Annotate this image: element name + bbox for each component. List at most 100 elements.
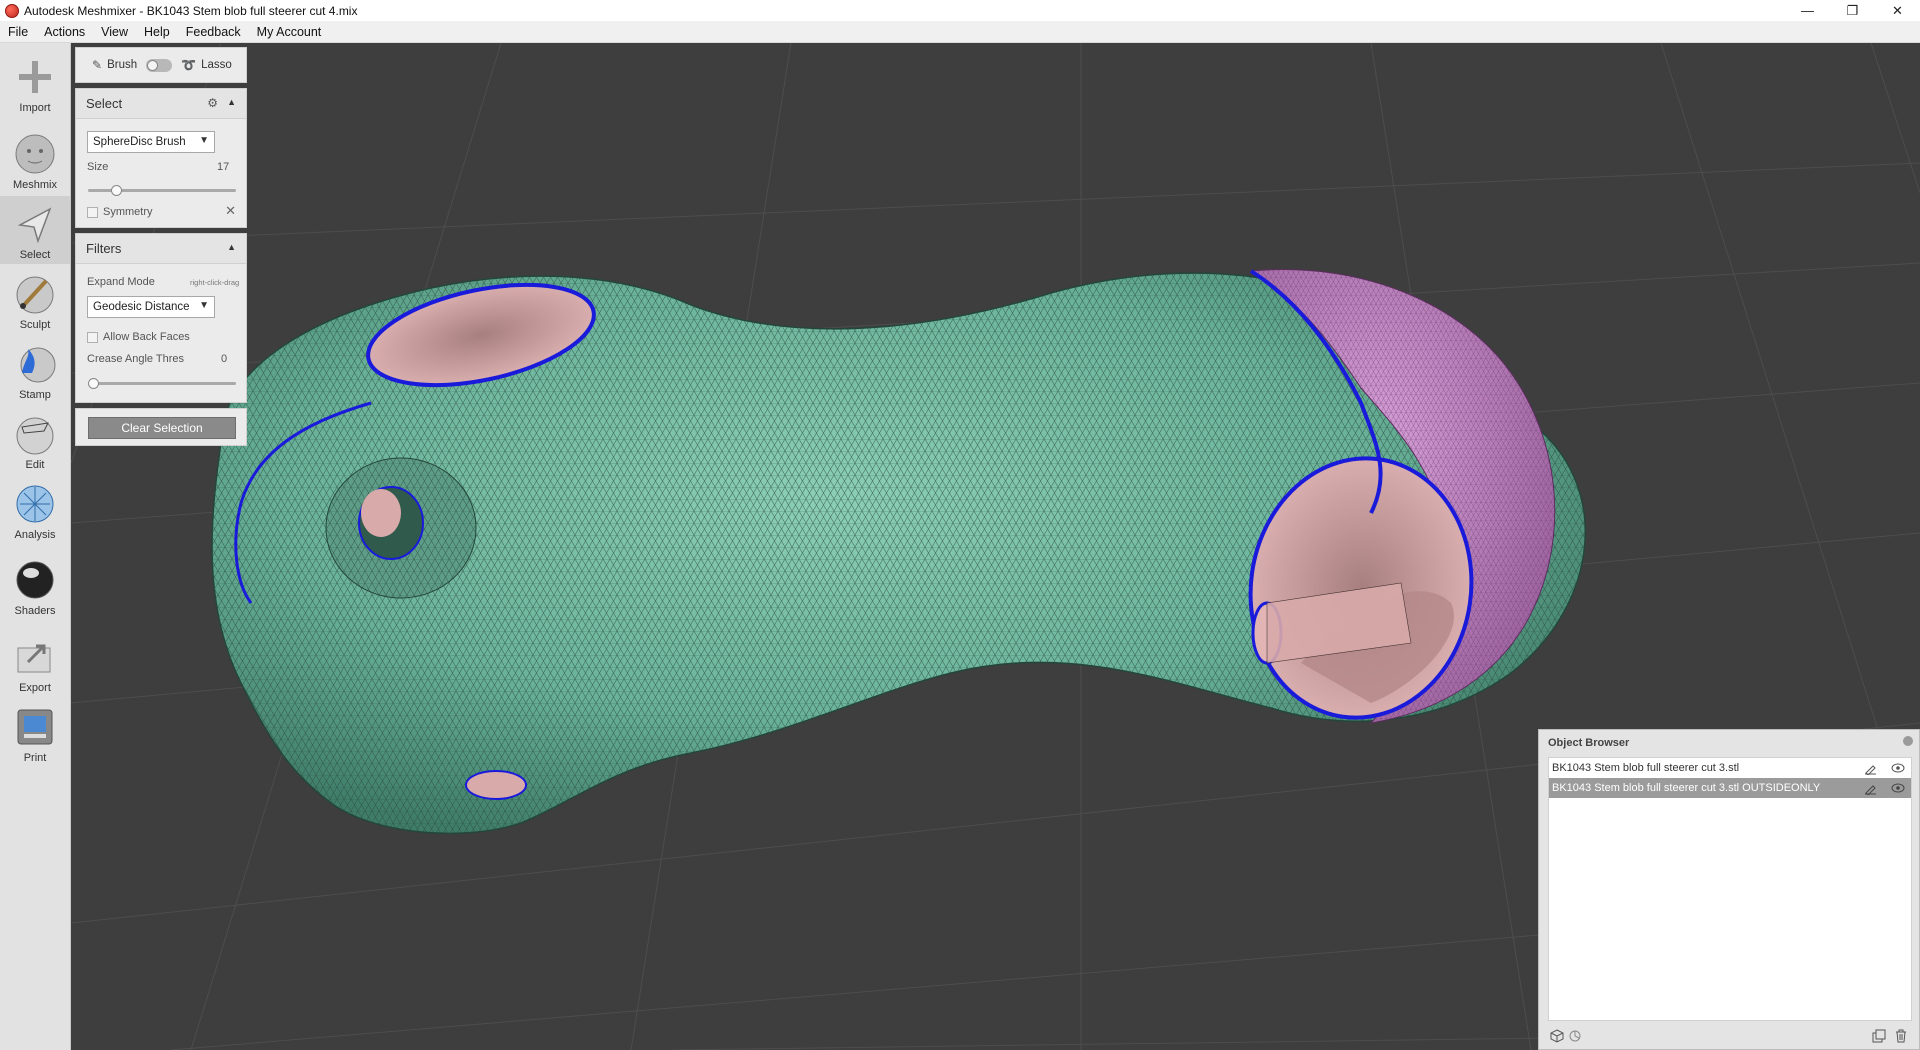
chevron-down-icon: ▼ bbox=[199, 300, 209, 311]
export-label: Export bbox=[19, 682, 51, 694]
edit-sphere-icon bbox=[13, 412, 57, 456]
collapse-arrow-icon[interactable]: ▲ bbox=[227, 242, 236, 252]
chevron-down-icon: ▼ bbox=[199, 135, 209, 146]
lasso-mode-label[interactable]: Lasso bbox=[201, 59, 232, 71]
object-name: BK1043 Stem blob full steerer cut 3.stl … bbox=[1552, 782, 1821, 794]
menu-help[interactable]: Help bbox=[136, 25, 178, 39]
allow-back-faces-checkbox[interactable] bbox=[87, 332, 98, 343]
duplicate-icon[interactable] bbox=[1872, 1029, 1886, 1046]
close-icon[interactable] bbox=[1903, 736, 1913, 746]
size-slider-handle[interactable] bbox=[111, 185, 123, 196]
select-label: Select bbox=[19, 249, 51, 261]
symmetry-label: Symmetry bbox=[103, 206, 153, 218]
collapse-arrow-icon[interactable]: ▲ bbox=[227, 97, 236, 107]
object-browser-title: Object Browser bbox=[1548, 737, 1630, 749]
crease-angle-slider-handle[interactable] bbox=[88, 378, 99, 389]
close-button[interactable]: ✕ bbox=[1875, 0, 1920, 21]
print-tool[interactable]: Print bbox=[0, 699, 70, 767]
object-row[interactable]: BK1043 Stem blob full steerer cut 3.stl bbox=[1549, 758, 1911, 778]
menu-actions[interactable]: Actions bbox=[36, 25, 93, 39]
crease-angle-label: Crease Angle Thres bbox=[87, 353, 185, 365]
left-toolbar: Import Meshmix Select Sculpt Stamp Edit bbox=[0, 43, 71, 1050]
size-label: Size bbox=[87, 161, 109, 173]
menu-bar: File Actions View Help Feedback My Accou… bbox=[0, 21, 1920, 43]
menu-view[interactable]: View bbox=[93, 25, 136, 39]
brush-type-value: SphereDisc Brush bbox=[93, 136, 186, 148]
brush-icon: ✎ bbox=[92, 58, 103, 72]
visibility-eye-icon[interactable] bbox=[1891, 761, 1905, 775]
pivot-icon[interactable] bbox=[1568, 1029, 1582, 1046]
filters-panel-header[interactable]: Filters ▲ bbox=[76, 234, 246, 264]
lasso-icon: ➰ bbox=[181, 58, 197, 72]
object-browser: Object Browser BK1043 Stem blob full ste… bbox=[1538, 729, 1920, 1050]
select-panel-header[interactable]: Select ⚙ ▲ bbox=[76, 89, 246, 119]
brush-mode-label[interactable]: Brush bbox=[107, 59, 137, 71]
shaders-label: Shaders bbox=[14, 605, 56, 617]
shaders-tool[interactable]: Shaders bbox=[0, 552, 70, 620]
object-row-selected[interactable]: BK1043 Stem blob full steerer cut 3.stl … bbox=[1549, 778, 1911, 798]
window-title: Autodesk Meshmixer - BK1043 Stem blob fu… bbox=[24, 3, 358, 18]
menu-feedback[interactable]: Feedback bbox=[178, 25, 249, 39]
stamp-sphere-icon bbox=[13, 342, 57, 386]
trash-icon[interactable] bbox=[1894, 1029, 1908, 1046]
import-tool[interactable]: Import bbox=[0, 49, 70, 117]
expand-mode-value: Geodesic Distance bbox=[93, 301, 190, 313]
stamp-label: Stamp bbox=[19, 389, 51, 401]
crease-angle-slider[interactable] bbox=[88, 378, 236, 389]
printer-icon bbox=[13, 705, 57, 749]
expand-mode-dropdown[interactable]: Geodesic Distance ▼ bbox=[87, 296, 215, 318]
crease-angle-value: 0 bbox=[221, 353, 228, 365]
restore-button[interactable]: ❐ bbox=[1830, 0, 1875, 21]
plus-icon bbox=[13, 55, 57, 99]
shader-sphere-icon bbox=[13, 558, 57, 602]
edit-object-icon[interactable] bbox=[1863, 781, 1877, 795]
edit-label: Edit bbox=[25, 459, 45, 471]
expand-mode-label: Expand Mode bbox=[87, 276, 155, 288]
import-label: Import bbox=[19, 102, 51, 114]
filters-panel-title: Filters bbox=[86, 241, 122, 256]
stamp-tool[interactable]: Stamp bbox=[0, 336, 70, 404]
clear-selection-button[interactable]: Clear Selection bbox=[88, 417, 236, 439]
select-tool[interactable]: Select bbox=[0, 196, 70, 264]
menu-my-account[interactable]: My Account bbox=[249, 25, 330, 39]
bottom-hole bbox=[465, 770, 527, 800]
object-name: BK1043 Stem blob full steerer cut 3.stl bbox=[1552, 762, 1740, 774]
sculpt-label: Sculpt bbox=[19, 319, 51, 331]
visibility-eye-icon[interactable] bbox=[1891, 781, 1905, 795]
export-icon bbox=[13, 635, 57, 679]
size-slider[interactable] bbox=[88, 185, 236, 196]
select-panel-title: Select bbox=[86, 96, 123, 111]
edit-tool[interactable]: Edit bbox=[0, 406, 70, 474]
brush-sphere-icon bbox=[13, 272, 57, 316]
analysis-tool[interactable]: Analysis bbox=[0, 476, 70, 544]
app-logo-icon bbox=[5, 3, 19, 18]
object-browser-footer bbox=[1548, 1028, 1912, 1046]
export-tool[interactable]: Export bbox=[0, 629, 70, 697]
title-bar: Autodesk Meshmixer - BK1043 Stem blob fu… bbox=[0, 0, 1920, 21]
print-label: Print bbox=[23, 752, 47, 764]
cube-icon[interactable] bbox=[1550, 1029, 1564, 1046]
allow-back-faces-label: Allow Back Faces bbox=[103, 331, 190, 343]
analysis-label: Analysis bbox=[14, 529, 56, 541]
filters-panel: Filters ▲ Expand Mode right-click-drag G… bbox=[75, 233, 247, 403]
meshmix-tool[interactable]: Meshmix bbox=[0, 126, 70, 194]
head-icon bbox=[13, 132, 57, 176]
meshmix-label: Meshmix bbox=[12, 179, 57, 191]
expand-mode-hint: right-click-drag bbox=[190, 278, 240, 287]
edit-object-icon[interactable] bbox=[1863, 761, 1877, 775]
object-list: BK1043 Stem blob full steerer cut 3.stl … bbox=[1548, 757, 1912, 1021]
clear-selection-panel: Clear Selection bbox=[75, 408, 247, 446]
selection-mode-panel: ✎ Brush ➰ Lasso bbox=[75, 47, 247, 83]
analysis-sphere-icon bbox=[13, 482, 57, 526]
size-value: 17 bbox=[217, 161, 230, 173]
sculpt-tool[interactable]: Sculpt bbox=[0, 266, 70, 334]
stem-mesh-model bbox=[211, 269, 1586, 835]
symmetry-checkbox[interactable] bbox=[87, 207, 98, 218]
gear-icon[interactable]: ⚙ bbox=[207, 96, 218, 110]
select-panel: Select ⚙ ▲ SphereDisc Brush ▼ Size 17 Sy… bbox=[75, 88, 247, 228]
brush-type-dropdown[interactable]: SphereDisc Brush ▼ bbox=[87, 131, 215, 153]
menu-file[interactable]: File bbox=[0, 25, 36, 39]
symmetry-settings-icon[interactable]: ✕ bbox=[225, 203, 236, 219]
mode-toggle[interactable] bbox=[146, 58, 173, 72]
minimize-button[interactable]: — bbox=[1785, 0, 1830, 21]
